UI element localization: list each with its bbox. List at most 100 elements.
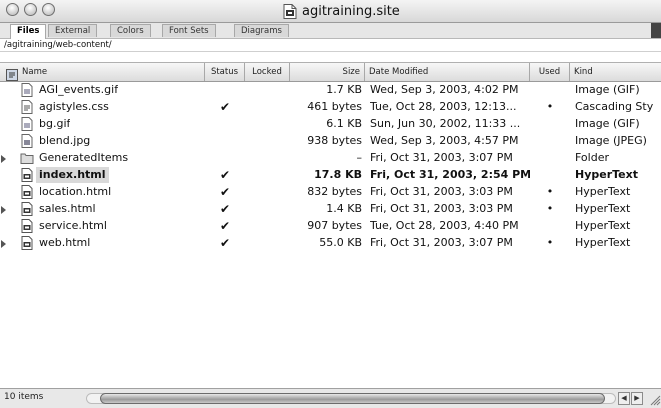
disclosure-triangle-icon[interactable] bbox=[1, 240, 6, 248]
file-status bbox=[210, 133, 240, 149]
file-date-modified: Sun, Jun 30, 2002, 11:33 ... bbox=[370, 117, 521, 130]
window-title-group: agitraining.site bbox=[283, 2, 400, 20]
html-file-icon bbox=[20, 168, 34, 182]
file-size: 6.1 KB bbox=[326, 117, 362, 130]
file-row[interactable]: GeneratedItems – Fri, Oct 31, 2003, 3:07 P… bbox=[0, 150, 661, 166]
disclosure-triangle-icon[interactable] bbox=[1, 206, 6, 214]
close-window-button[interactable] bbox=[6, 3, 19, 16]
zoom-window-button[interactable] bbox=[42, 3, 55, 16]
tab-bar: Files External Colors Font Sets Diagrams bbox=[0, 23, 661, 39]
horizontal-scroll-thumb[interactable] bbox=[100, 393, 605, 404]
tab-external[interactable]: External bbox=[48, 24, 98, 37]
tab-files[interactable]: Files bbox=[10, 24, 47, 39]
file-date-modified: Wed, Sep 3, 2003, 4:02 PM bbox=[370, 83, 519, 96]
file-name: GeneratedItems bbox=[39, 151, 129, 164]
tab-bar-edge bbox=[651, 23, 661, 38]
column-header-name[interactable]: Name bbox=[0, 63, 205, 81]
file-kind: HyperText bbox=[575, 168, 638, 181]
file-row[interactable]: blend.jpg 938 bytes Wed, Sep 3, 2003, 4:57… bbox=[0, 133, 661, 149]
file-row[interactable]: sales.html ✔ 1.4 KB Fri, Oct 31, 2003, 3:03… bbox=[0, 201, 661, 217]
file-status bbox=[210, 150, 240, 166]
file-row[interactable]: web.html ✔ 55.0 KB Fri, Oct 31, 2003, 3:07 … bbox=[0, 235, 661, 251]
file-size: 832 bytes bbox=[307, 185, 362, 198]
file-size: 1.4 KB bbox=[326, 202, 362, 215]
file-used: • bbox=[546, 185, 554, 198]
html-file-icon bbox=[20, 202, 34, 216]
file-kind: Folder bbox=[575, 151, 609, 164]
file-date-modified: Fri, Oct 31, 2003, 3:07 PM bbox=[370, 151, 513, 164]
file-status bbox=[210, 82, 240, 98]
tab-font-sets[interactable]: Font Sets bbox=[162, 24, 216, 37]
file-kind: Image (JPEG) bbox=[575, 134, 647, 147]
path-bar: /agitraining/web-content/ bbox=[0, 39, 661, 52]
file-size: 55.0 KB bbox=[319, 236, 362, 249]
file-name: index.html bbox=[36, 167, 109, 183]
window-title: agitraining.site bbox=[302, 3, 400, 19]
file-name: blend.jpg bbox=[39, 134, 91, 147]
file-used bbox=[530, 150, 570, 166]
file-row[interactable]: index.html ✔ 17.8 KB Fri, Oct 31, 2003, 2:5… bbox=[0, 167, 661, 183]
file-name: location.html bbox=[39, 185, 112, 198]
column-header-row: Name Status Locked Size Date Modified Us… bbox=[0, 62, 661, 82]
gif-image-icon bbox=[20, 117, 34, 131]
file-status: ✔ bbox=[219, 219, 231, 233]
column-header-used[interactable]: Used bbox=[530, 63, 570, 81]
file-status: ✔ bbox=[219, 236, 231, 250]
file-size: 907 bytes bbox=[307, 219, 362, 232]
item-count: 10 items bbox=[4, 392, 44, 402]
resize-grip-icon[interactable] bbox=[649, 391, 661, 406]
tab-colors[interactable]: Colors bbox=[110, 24, 151, 37]
file-status: ✔ bbox=[219, 185, 231, 199]
column-header-kind[interactable]: Kind bbox=[570, 63, 661, 81]
file-row[interactable]: bg.gif 6.1 KB Sun, Jun 30, 2002, 11:33 ...… bbox=[0, 116, 661, 132]
file-row[interactable]: location.html ✔ 832 bytes Fri, Oct 31, 2003… bbox=[0, 184, 661, 200]
gif-image-icon bbox=[20, 83, 34, 97]
column-header-size[interactable]: Size bbox=[290, 63, 365, 81]
name-header-label: Name bbox=[22, 67, 48, 77]
css-file-icon bbox=[20, 100, 34, 114]
column-header-date-modified[interactable]: Date Modified bbox=[365, 63, 530, 81]
file-status: ✔ bbox=[219, 168, 231, 182]
file-used bbox=[530, 218, 570, 234]
html-file-icon bbox=[20, 219, 34, 233]
scroll-right-arrow-icon[interactable]: ▶ bbox=[631, 392, 643, 405]
file-kind: Cascading Sty bbox=[575, 100, 654, 113]
file-used: • bbox=[546, 100, 554, 113]
html-file-icon bbox=[20, 236, 34, 250]
site-column-icon bbox=[6, 66, 18, 81]
scroll-left-arrow-icon[interactable]: ◀ bbox=[618, 392, 630, 405]
file-used bbox=[530, 82, 570, 98]
file-name: sales.html bbox=[39, 202, 96, 215]
file-date-modified: Wed, Sep 3, 2003, 4:57 PM bbox=[370, 134, 519, 147]
minimize-window-button[interactable] bbox=[24, 3, 37, 16]
folder-icon bbox=[20, 151, 34, 165]
file-status bbox=[210, 116, 240, 132]
file-row[interactable]: agistyles.css ✔ 461 bytes Tue, Oct 28, 2003… bbox=[0, 99, 661, 115]
file-used bbox=[530, 133, 570, 149]
file-used bbox=[530, 167, 570, 183]
file-row[interactable]: AGI_events.gif 1.7 KB Wed, Sep 3, 2003, 4:… bbox=[0, 82, 661, 98]
file-name: bg.gif bbox=[39, 117, 71, 130]
file-name: service.html bbox=[39, 219, 107, 232]
column-header-status[interactable]: Status bbox=[205, 63, 245, 81]
file-kind: HyperText bbox=[575, 185, 631, 198]
file-kind: Image (GIF) bbox=[575, 83, 640, 96]
file-size: 461 bytes bbox=[307, 100, 362, 113]
file-kind: HyperText bbox=[575, 236, 631, 249]
disclosure-triangle-icon[interactable] bbox=[1, 155, 6, 163]
file-row[interactable]: service.html ✔ 907 bytes Tue, Oct 28, 2003,… bbox=[0, 218, 661, 234]
file-date-modified: Fri, Oct 31, 2003, 3:03 PM bbox=[370, 202, 513, 215]
file-kind: Image (GIF) bbox=[575, 117, 640, 130]
site-document-icon bbox=[283, 3, 297, 19]
file-status: ✔ bbox=[219, 100, 231, 114]
title-bar[interactable]: agitraining.site bbox=[0, 0, 661, 23]
file-name: agistyles.css bbox=[39, 100, 109, 113]
site-window: agitraining.site Files External Colors F… bbox=[0, 0, 661, 408]
tab-diagrams[interactable]: Diagrams bbox=[234, 24, 289, 37]
file-kind: HyperText bbox=[575, 219, 631, 232]
file-size: 1.7 KB bbox=[326, 83, 362, 96]
html-file-icon bbox=[20, 185, 34, 199]
column-header-locked[interactable]: Locked bbox=[245, 63, 290, 81]
file-name: web.html bbox=[39, 236, 91, 249]
file-size: 17.8 KB bbox=[314, 168, 362, 181]
